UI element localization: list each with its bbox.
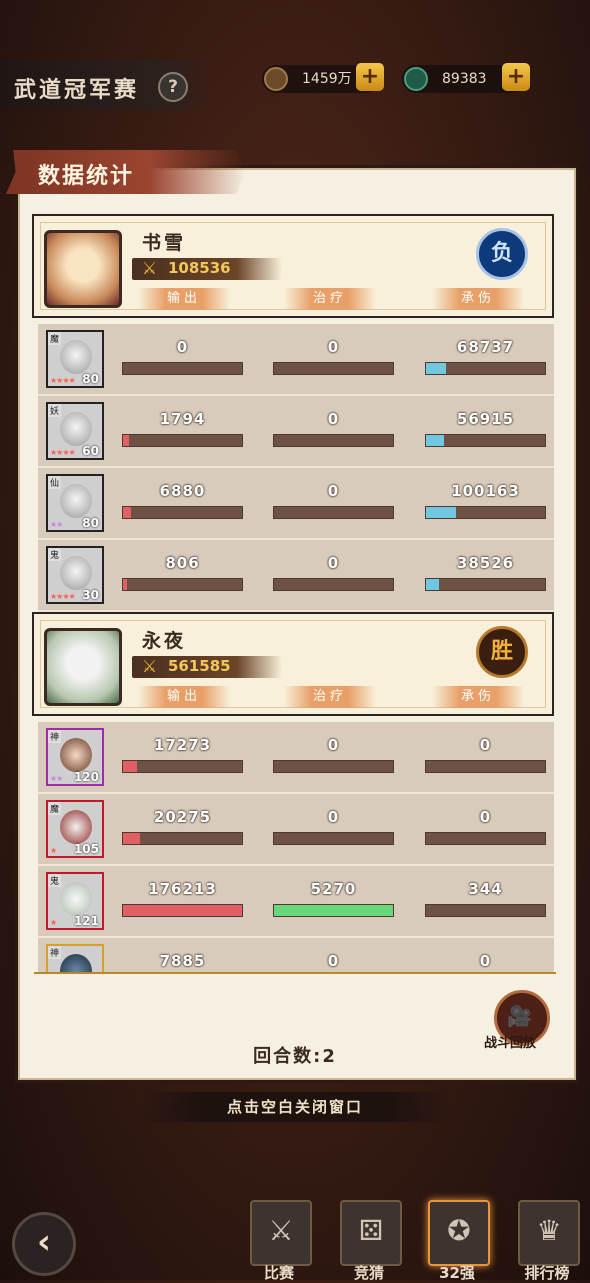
jade-currency: 89383 + xyxy=(402,63,530,93)
heal-stat: 0 xyxy=(273,410,394,447)
hero-row: 神 ★★ 120 17273 0 0 xyxy=(38,722,554,794)
tank-stat: 0 xyxy=(425,736,546,773)
power-value: 561585 xyxy=(168,657,231,675)
result-badge: 负 xyxy=(476,228,528,280)
tank-stat: 344 xyxy=(425,880,546,917)
heal-label: 治疗 xyxy=(284,288,376,310)
dmg-label: 输出 xyxy=(138,288,230,310)
hero-row: 仙 ★★ 80 6880 0 100163 xyxy=(38,468,554,540)
help-icon[interactable]: ? xyxy=(158,72,188,102)
dmg-stat: 17273 xyxy=(122,736,243,773)
dice-icon: ⚄ xyxy=(358,1214,384,1247)
hero-row: 魔 ★ 105 20275 0 0 xyxy=(38,794,554,866)
avatar[interactable] xyxy=(44,230,122,308)
nav-guess[interactable]: ⚄ xyxy=(340,1200,402,1266)
tank-stat: 38526 xyxy=(425,554,546,591)
avatar[interactable] xyxy=(44,628,122,706)
hero-row: 鬼 ★★★★ 30 806 0 38526 xyxy=(38,540,554,612)
tank-stat: 0 xyxy=(425,952,546,972)
player-name: 书雪 xyxy=(142,232,187,254)
hero-portrait[interactable]: 仙 ★★ 80 xyxy=(46,474,104,532)
dmg-stat: 20275 xyxy=(122,808,243,845)
divider xyxy=(34,972,556,984)
heal-stat: 0 xyxy=(273,554,394,591)
coin-currency: 1459万 + xyxy=(262,63,384,93)
hero-portrait[interactable]: 魔 ★★★★ 80 xyxy=(46,330,104,388)
hero-portrait[interactable]: 神 xyxy=(46,944,104,972)
heal-stat: 0 xyxy=(273,338,394,375)
coin-icon xyxy=(264,67,288,91)
player-card: 永夜 ⚔ 561585 输出 治疗 承伤 胜 xyxy=(32,612,554,716)
heal-stat: 5270 xyxy=(273,880,394,917)
back-button[interactable]: ‹ xyxy=(12,1212,76,1276)
dmg-stat: 6880 xyxy=(122,482,243,519)
jade-value: 89383 xyxy=(442,71,487,87)
power-badge: ⚔ 561585 xyxy=(132,656,282,678)
close-hint[interactable]: 点击空白关闭窗口 xyxy=(140,1092,450,1122)
heal-stat: 0 xyxy=(273,482,394,519)
heal-stat: 0 xyxy=(273,736,394,773)
player-card: 书雪 ⚔ 108536 输出 治疗 承伤 负 xyxy=(32,214,554,318)
hero-portrait[interactable]: 神 ★★ 120 xyxy=(46,728,104,786)
nav-top32[interactable]: ✪ xyxy=(428,1200,490,1266)
tank-stat: 0 xyxy=(425,808,546,845)
hero-portrait[interactable]: 鬼 ★★★★ 30 xyxy=(46,546,104,604)
hero-row: 妖 ★★★★ 60 1794 0 56915 xyxy=(38,396,554,468)
dmg-stat: 0 xyxy=(122,338,243,375)
coin-value: 1459万 xyxy=(302,71,352,87)
heal-stat: 0 xyxy=(273,952,394,972)
power-badge: ⚔ 108536 xyxy=(132,258,282,280)
camera-icon: 🎥 xyxy=(507,1004,532,1028)
nav-rank[interactable]: ♛ xyxy=(518,1200,580,1266)
hero-row: 魔 ★★★★ 80 0 0 68737 xyxy=(38,324,554,396)
heal-stat: 0 xyxy=(273,808,394,845)
nav-match[interactable]: ⚔ xyxy=(250,1200,312,1266)
dmg-stat: 1794 xyxy=(122,410,243,447)
player-name: 永夜 xyxy=(142,630,187,652)
tank-label: 承伤 xyxy=(432,686,524,708)
crossed-swords-icon: ⚔ xyxy=(268,1214,294,1247)
hero-portrait[interactable]: 魔 ★ 105 xyxy=(46,800,104,858)
tank-label: 承伤 xyxy=(432,288,524,310)
tank-stat: 68737 xyxy=(425,338,546,375)
tank-stat: 100163 xyxy=(425,482,546,519)
trophy-icon: ♛ xyxy=(536,1214,562,1247)
hero-row: 鬼 ★ 121 176213 5270 344 xyxy=(38,866,554,938)
stats-list[interactable]: 书雪 ⚔ 108536 输出 治疗 承伤 负 魔 ★★★★ 80 0 0 68737… xyxy=(32,214,558,972)
medal-icon: ✪ xyxy=(447,1214,471,1247)
swords-icon: ⚔ xyxy=(142,657,158,677)
dmg-stat: 7885 xyxy=(122,952,243,972)
heal-label: 治疗 xyxy=(284,686,376,708)
tank-stat: 56915 xyxy=(425,410,546,447)
result-badge: 胜 xyxy=(476,626,528,678)
hero-portrait[interactable]: 妖 ★★★★ 60 xyxy=(46,402,104,460)
hero-portrait[interactable]: 鬼 ★ 121 xyxy=(46,872,104,930)
replay-label[interactable]: 战斗回放 xyxy=(484,1032,536,1051)
add-jade-button[interactable]: + xyxy=(502,63,530,91)
power-value: 108536 xyxy=(168,259,231,277)
hero-row: 神 7885 0 0 xyxy=(38,938,554,972)
dmg-stat: 176213 xyxy=(122,880,243,917)
swords-icon: ⚔ xyxy=(142,259,158,279)
dmg-stat: 806 xyxy=(122,554,243,591)
page-title: 武道冠军赛 xyxy=(14,78,140,103)
jade-icon xyxy=(404,67,428,91)
panel-title: 数据统计 xyxy=(38,164,135,189)
dmg-label: 输出 xyxy=(138,686,230,708)
add-coin-button[interactable]: + xyxy=(356,63,384,91)
